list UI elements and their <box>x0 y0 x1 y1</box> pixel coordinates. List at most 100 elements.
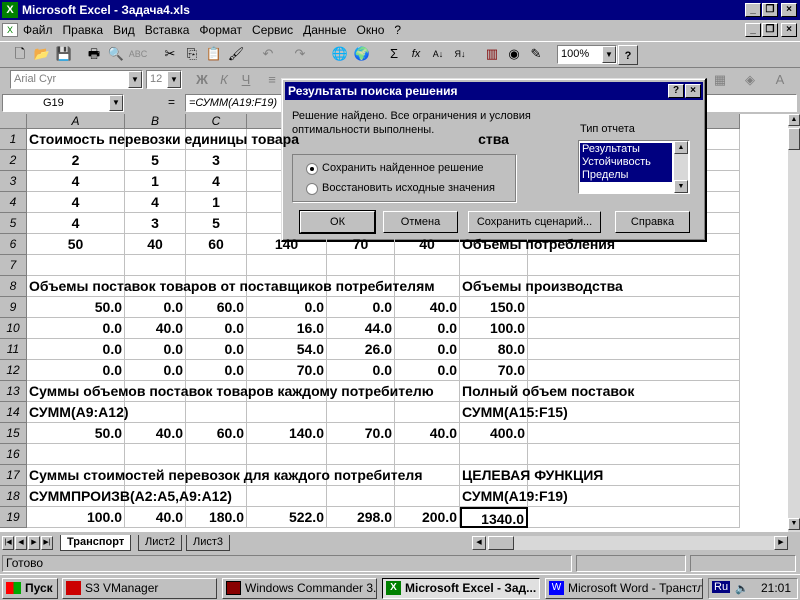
scroll-left-icon[interactable]: ◀ <box>472 536 486 550</box>
row-header[interactable]: 19 <box>0 507 27 528</box>
hscroll-thumb[interactable] <box>488 536 514 550</box>
tab-transport[interactable]: Транспорт <box>60 535 132 551</box>
row-header[interactable]: 3 <box>0 171 27 192</box>
row-header[interactable]: 11 <box>0 339 27 360</box>
grid-cell[interactable]: 5 <box>125 150 186 171</box>
grid-cell[interactable]: 1 <box>186 192 247 213</box>
grid-cell[interactable]: 40 <box>125 234 186 255</box>
grid-cell[interactable]: 44.0 <box>327 318 395 339</box>
grid-cell[interactable]: СУММ(A15:F15) <box>460 402 568 423</box>
grid-cell[interactable]: 0.0 <box>125 297 186 318</box>
grid-cell[interactable] <box>528 255 740 276</box>
grid-cell[interactable]: 40.0 <box>395 297 460 318</box>
function-icon[interactable]: fx <box>406 44 426 64</box>
grid-cell[interactable]: 0.0 <box>27 360 125 381</box>
minimize-button[interactable]: _ <box>745 3 761 17</box>
task-word[interactable]: W Microsoft Word - Транстл... <box>545 578 703 599</box>
horizontal-scrollbar[interactable]: ◀ ▶ <box>472 536 788 550</box>
menu-view[interactable]: Вид <box>108 23 140 37</box>
chevron-down-icon[interactable]: ▼ <box>128 71 142 88</box>
grid-cell[interactable]: Полный объем поставок <box>460 381 634 402</box>
dialog-close-button[interactable]: × <box>685 84 701 98</box>
print-icon[interactable]: 🖶 <box>84 44 104 64</box>
row-header[interactable]: 10 <box>0 318 27 339</box>
select-all-corner[interactable] <box>0 114 27 129</box>
chart-wizard-icon[interactable]: ▥ <box>482 44 502 64</box>
grid-cell[interactable] <box>528 444 740 465</box>
grid-cell[interactable]: 150.0 <box>460 297 528 318</box>
grid-cell[interactable]: 70.0 <box>460 360 528 381</box>
prev-sheet-icon[interactable]: ◀ <box>15 536 27 550</box>
grid-cell[interactable]: 180.0 <box>186 507 247 528</box>
font-size-select[interactable]: 12 ▼ <box>146 70 182 89</box>
menu-file[interactable]: Файл <box>18 23 58 37</box>
menu-format[interactable]: Формат <box>194 23 247 37</box>
grid-cell[interactable]: 0.0 <box>125 339 186 360</box>
bold-icon[interactable]: Ж <box>192 70 212 90</box>
grid-cell[interactable]: 298.0 <box>327 507 395 528</box>
grid-cell[interactable] <box>528 360 740 381</box>
row-header[interactable]: 14 <box>0 402 27 423</box>
grid-cell[interactable]: 522.0 <box>247 507 327 528</box>
italic-icon[interactable]: К <box>214 70 234 90</box>
speaker-icon[interactable]: 🔈 <box>735 582 749 595</box>
sort-asc-icon[interactable]: A↓ <box>428 44 448 64</box>
report-item-sensitivity[interactable]: Устойчивость <box>582 156 651 168</box>
restore-values-radio[interactable] <box>306 183 318 195</box>
grid-cell[interactable] <box>125 402 186 423</box>
next-sheet-icon[interactable]: ▶ <box>28 536 40 550</box>
grid-cell[interactable] <box>186 444 247 465</box>
grid-cell[interactable] <box>395 402 460 423</box>
menu-tools[interactable]: Сервис <box>247 23 298 37</box>
spelling-icon[interactable]: ABC <box>128 44 148 64</box>
grid-cell[interactable]: 70 <box>327 234 395 255</box>
grid-cell[interactable]: 40.0 <box>125 318 186 339</box>
vertical-scrollbar[interactable]: ▲ ▼ <box>788 114 800 532</box>
language-indicator[interactable]: Ru <box>712 581 731 593</box>
autosum-icon[interactable]: Σ <box>384 44 404 64</box>
grid-cell[interactable]: 3 <box>125 213 186 234</box>
row-header[interactable]: 15 <box>0 423 27 444</box>
grid-cell[interactable]: 0.0 <box>27 318 125 339</box>
grid-cell[interactable] <box>528 339 740 360</box>
doc-close-button[interactable]: × <box>781 23 797 37</box>
grid-cell[interactable]: 60.0 <box>186 423 247 444</box>
row-header[interactable]: 8 <box>0 276 27 297</box>
cut-icon[interactable]: ✂ <box>160 44 180 64</box>
document-icon[interactable]: X <box>2 23 18 37</box>
chevron-down-icon[interactable]: ▼ <box>109 95 123 111</box>
start-button[interactable]: Пуск <box>2 578 58 599</box>
grid-cell[interactable]: 50.0 <box>27 297 125 318</box>
open-icon[interactable]: 📂 <box>32 44 52 64</box>
menu-data[interactable]: Данные <box>298 23 351 37</box>
underline-icon[interactable]: Ч <box>236 70 256 90</box>
grid-cell[interactable]: 1 <box>125 171 186 192</box>
doc-restore-button[interactable]: ❐ <box>762 23 778 37</box>
grid-cell[interactable]: ЦЕЛЕВАЯ ФУНКЦИЯ <box>460 465 603 486</box>
grid-cell[interactable]: 0.0 <box>327 360 395 381</box>
grid-cell[interactable]: 50.0 <box>27 423 125 444</box>
dialog-help-button[interactable]: ? <box>668 84 684 98</box>
grid-cell[interactable]: Объемы производства <box>460 276 623 297</box>
grid-cell[interactable]: 54.0 <box>247 339 327 360</box>
column-header[interactable]: C <box>186 114 247 129</box>
fill-color-icon[interactable]: ◈ <box>740 70 760 90</box>
grid-cell[interactable]: 140.0 <box>247 423 327 444</box>
preview-icon[interactable]: 🔍 <box>106 44 126 64</box>
doc-minimize-button[interactable]: _ <box>745 23 761 37</box>
scroll-down-icon[interactable]: ▼ <box>674 180 688 193</box>
grid-cell[interactable]: Суммы объемов поставок товаров каждому п… <box>27 381 434 402</box>
grid-cell[interactable]: ства <box>460 129 528 150</box>
task-windows-commander[interactable]: Windows Commander 3.0... <box>222 578 377 599</box>
grid-cell[interactable]: 3 <box>186 150 247 171</box>
grid-cell[interactable]: 0.0 <box>186 318 247 339</box>
borders-icon[interactable]: ▦ <box>710 70 730 90</box>
cancel-button[interactable]: Отмена <box>383 211 458 233</box>
grid-cell[interactable]: 4 <box>125 192 186 213</box>
report-listbox[interactable]: Результаты Устойчивость Пределы ▲ ▼ <box>578 140 690 194</box>
grid-cell[interactable] <box>528 507 740 528</box>
grid-cell[interactable]: СУММ(A9:A12) <box>27 402 129 423</box>
grid-cell[interactable]: Стоимость перевозки единицы товара <box>27 129 299 150</box>
grid-cell[interactable]: 60.0 <box>186 297 247 318</box>
grid-cell[interactable]: 0.0 <box>395 360 460 381</box>
